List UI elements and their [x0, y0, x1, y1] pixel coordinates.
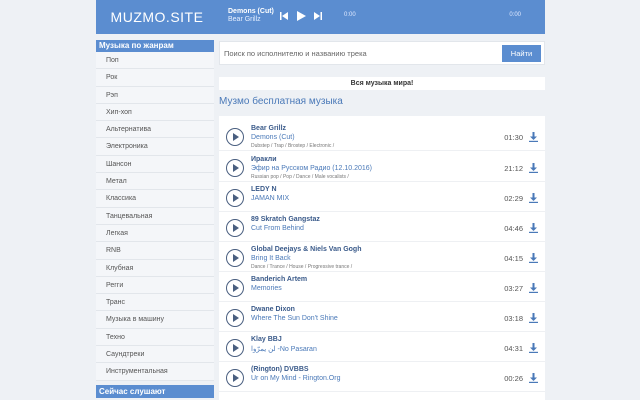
track-tags[interactable]: Russian pop / Pop / Dance / Male vocalis…: [251, 174, 349, 180]
genre-item-rnb[interactable]: RNB: [96, 242, 214, 260]
track-artist[interactable]: 89 Skratch Gangstaz: [251, 216, 320, 223]
play-circle-icon[interactable]: [226, 309, 244, 327]
genre-item-metal[interactable]: Метал: [96, 173, 214, 191]
section-title: Музмо бесплатная музыка: [219, 96, 343, 107]
search-button[interactable]: Найти: [502, 45, 541, 62]
track-artist[interactable]: Global Deejays & Niels Van Gogh: [251, 246, 361, 253]
now-listening-heading: Сейчас слушают: [96, 385, 214, 398]
download-icon[interactable]: [529, 313, 538, 323]
skip-forward-icon[interactable]: [312, 10, 324, 22]
track-duration: 00:26: [504, 374, 523, 383]
track-duration: 01:30: [504, 133, 523, 142]
track-duration: 03:27: [504, 284, 523, 293]
track-artist[interactable]: Banderich Artem: [251, 276, 307, 283]
genre-item-trance[interactable]: Транс: [96, 294, 214, 312]
track-artist[interactable]: Иракли: [251, 156, 277, 163]
play-circle-icon[interactable]: [226, 339, 244, 357]
genre-item-dance[interactable]: Танцевальная: [96, 208, 214, 225]
genre-item-rap[interactable]: Рэп: [96, 87, 214, 104]
track-row: Global Deejays & Niels Van Gogh Bring It…: [219, 242, 545, 272]
track-title[interactable]: Where The Sun Don't Shine: [251, 315, 338, 322]
genre-item-rock[interactable]: Рок: [96, 69, 214, 87]
search-bar: Найти: [219, 41, 545, 65]
track-row: Klay BBJ لن يمرّوا -No Pasaran 04:31: [219, 332, 545, 362]
genre-item-club[interactable]: Клубная: [96, 260, 214, 277]
now-playing-title: Demons (Cut): [228, 8, 274, 15]
total-time: 0:00: [509, 12, 521, 18]
download-icon[interactable]: [529, 253, 538, 263]
track-row: LEDY N JAMAN MIX 02:29: [219, 182, 545, 212]
track-row: (Rington) DVBBS Ur on My Mind - Rington.…: [219, 362, 545, 392]
play-circle-icon[interactable]: [226, 128, 244, 146]
download-icon[interactable]: [529, 343, 538, 353]
download-icon[interactable]: [529, 373, 538, 383]
search-input[interactable]: [224, 45, 494, 61]
sidebar: Музыка по жанрам Поп Рок Рэп Хип-хоп Аль…: [96, 40, 214, 381]
genres-heading: Музыка по жанрам: [96, 40, 214, 52]
genre-item-reggae[interactable]: Регги: [96, 277, 214, 295]
download-icon[interactable]: [529, 283, 538, 293]
download-icon[interactable]: [529, 193, 538, 203]
track-title[interactable]: Demons (Cut): [251, 134, 295, 141]
play-icon[interactable]: [294, 10, 308, 22]
track-duration: 04:46: [504, 224, 523, 233]
track-duration: 04:31: [504, 344, 523, 353]
track-artist[interactable]: (Rington) DVBBS: [251, 366, 309, 373]
genre-item-alternative[interactable]: Альтернатива: [96, 121, 214, 139]
track-artist[interactable]: Klay BBJ: [251, 336, 282, 343]
play-circle-icon[interactable]: [226, 249, 244, 267]
track-artist[interactable]: LEDY N: [251, 186, 277, 193]
track-title[interactable]: Memories: [251, 285, 282, 292]
track-title[interactable]: Cut From Behind: [251, 225, 304, 232]
track-row: Dwane Dixon Where The Sun Don't Shine 03…: [219, 302, 545, 332]
now-playing-artist: Bear Grillz: [228, 16, 261, 23]
track-row: Banderich Artem Memories 03:27: [219, 272, 545, 302]
play-circle-icon[interactable]: [226, 219, 244, 237]
audio-player: Demons (Cut) Bear Grillz 0:00 0:00: [218, 0, 545, 34]
track-artist[interactable]: Bear Grillz: [251, 125, 286, 132]
play-circle-icon[interactable]: [226, 279, 244, 297]
track-title[interactable]: Ur on My Mind - Rington.Org: [251, 375, 340, 382]
play-circle-icon[interactable]: [226, 159, 244, 177]
genre-item-soundtracks[interactable]: Саундтреки: [96, 346, 214, 364]
track-title[interactable]: Bring It Back: [251, 255, 291, 262]
track-row: Иракли Эфир на Русском Радио (12.10.2016…: [219, 152, 545, 182]
genre-item-techno[interactable]: Техно: [96, 329, 214, 347]
genre-item-pop[interactable]: Поп: [96, 52, 214, 70]
genre-list: Поп Рок Рэп Хип-хоп Альтернатива Электро…: [96, 52, 214, 381]
track-title[interactable]: لن يمرّوا -No Pasaran: [251, 345, 317, 353]
track-row: Bear Grillz Demons (Cut) Dubstep / Trap …: [219, 121, 545, 151]
track-duration: 21:12: [504, 164, 523, 173]
skip-back-icon[interactable]: [278, 10, 290, 22]
header: MUZMO.SITE Demons (Cut) Bear Grillz 0:00…: [0, 0, 640, 34]
genre-item-hiphop[interactable]: Хип-хоп: [96, 104, 214, 122]
download-icon[interactable]: [529, 132, 538, 142]
track-title[interactable]: Эфир на Русском Радио (12.10.2016): [251, 165, 372, 172]
genre-item-car-music[interactable]: Музыка в машину: [96, 311, 214, 329]
download-icon[interactable]: [529, 163, 538, 173]
play-circle-icon[interactable]: [226, 189, 244, 207]
track-duration: 02:29: [504, 194, 523, 203]
current-time: 0:00: [344, 12, 356, 18]
genre-item-classical[interactable]: Классика: [96, 190, 214, 208]
track-artist[interactable]: Dwane Dixon: [251, 306, 295, 313]
track-tags[interactable]: Dance / Trance / House / Progressive tra…: [251, 264, 352, 270]
play-circle-icon[interactable]: [226, 369, 244, 387]
genre-item-instrumental[interactable]: Инструментальная: [96, 363, 214, 381]
track-tags[interactable]: Dubstep / Trap / Brostep / Electronic /: [251, 143, 334, 149]
track-title[interactable]: JAMAN MIX: [251, 195, 289, 202]
genre-item-easy[interactable]: Легкая: [96, 225, 214, 243]
genre-item-chanson[interactable]: Шансон: [96, 156, 214, 174]
track-duration: 04:15: [504, 254, 523, 263]
download-icon[interactable]: [529, 223, 538, 233]
track-duration: 03:18: [504, 314, 523, 323]
track-row: 89 Skratch Gangstaz Cut From Behind 04:4…: [219, 212, 545, 242]
banner: Вся музыка мира!: [219, 77, 545, 90]
genre-item-electronic[interactable]: Электроника: [96, 138, 214, 156]
site-logo[interactable]: MUZMO.SITE: [96, 0, 218, 34]
track-list: Bear Grillz Demons (Cut) Dubstep / Trap …: [219, 116, 545, 400]
